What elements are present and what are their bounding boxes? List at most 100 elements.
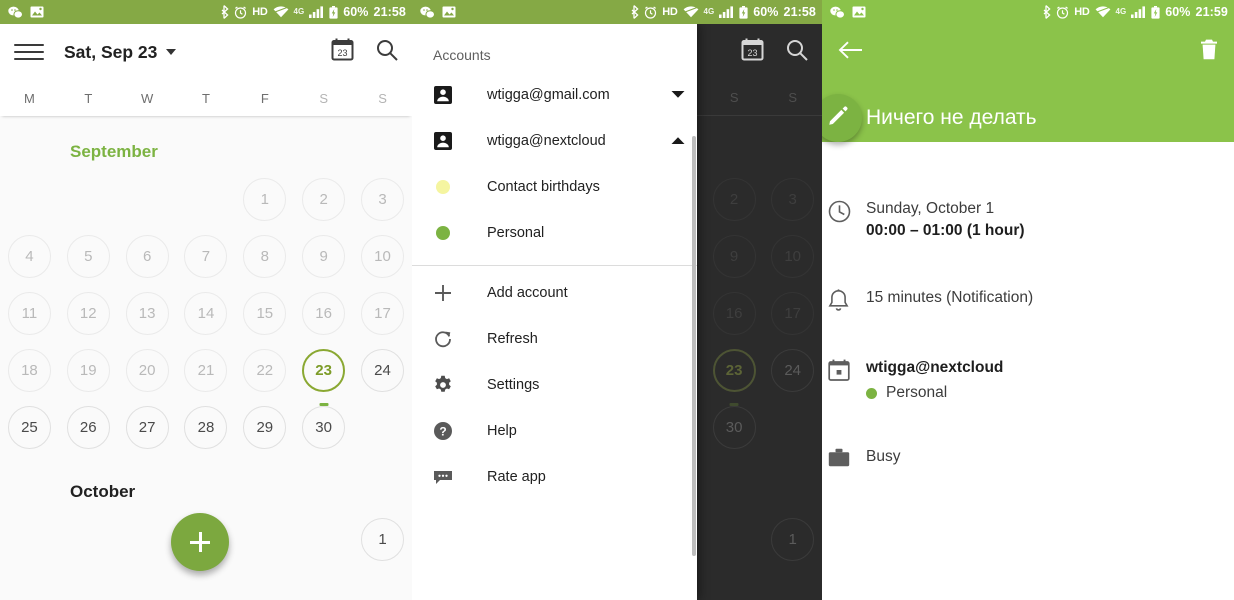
event-detail-screen: HD 4G 60% 21:59 (822, 0, 1234, 600)
alarm-icon (1056, 6, 1069, 19)
calendar-day-cell[interactable]: 29 (235, 399, 294, 456)
calendar-day-cell[interactable]: 12 (59, 285, 118, 342)
trash-icon[interactable] (1200, 39, 1218, 65)
calendar-day-cell[interactable]: 6 (118, 228, 177, 285)
calendar-day-number: 23 (302, 349, 345, 392)
calendar-day-number: 6 (126, 235, 169, 278)
clock-text: 21:58 (374, 5, 406, 19)
calendar-day-cell[interactable]: 15 (235, 285, 294, 342)
calendar-day-cell[interactable]: 9 (294, 228, 353, 285)
calendar-day-cell: 1 (763, 511, 822, 568)
calendar-day-number: 1 (243, 178, 286, 221)
calendar-day-number: 20 (126, 349, 169, 392)
hamburger-icon[interactable] (14, 37, 44, 67)
battery-percent: 60% (343, 5, 368, 19)
clock-icon (828, 198, 866, 223)
calendar-day-cell[interactable]: 11 (0, 285, 59, 342)
calendar-day-cell[interactable]: 8 (235, 228, 294, 285)
signal-icon (719, 6, 734, 18)
add-event-fab[interactable] (171, 513, 229, 571)
wechat-icon (8, 6, 23, 19)
calendar-day-cell[interactable]: 13 (118, 285, 177, 342)
calendar-day-cell[interactable]: 16 (294, 285, 353, 342)
search-icon[interactable] (376, 39, 398, 66)
calendar-day-cell[interactable]: 19 (59, 342, 118, 399)
calendar-day-cell[interactable]: 18 (0, 342, 59, 399)
calendar-day-number: 21 (184, 349, 227, 392)
page-title[interactable]: Sat, Sep 23 (64, 42, 176, 63)
calendar-today-icon[interactable]: 23 (331, 38, 354, 66)
status-bar-right: HD 4G 60% 21:58 (630, 5, 816, 19)
calendar-day-cell[interactable]: 28 (177, 399, 236, 456)
calendar-day-cell[interactable]: 14 (177, 285, 236, 342)
wechat-icon (830, 6, 845, 19)
calendar-day-cell[interactable]: 21 (177, 342, 236, 399)
calendar-day-cell[interactable]: 20 (118, 342, 177, 399)
calendar-day-cell[interactable]: 1 (353, 511, 412, 568)
chevron-down-icon[interactable] (671, 86, 685, 104)
dow-label: F (235, 91, 294, 106)
calendar-day-cell[interactable]: 17 (353, 285, 412, 342)
calendar-day-cell[interactable]: 30 (294, 399, 353, 456)
event-row-body: Sunday, October 1 00:00 – 01:00 (1 hour) (866, 198, 1025, 242)
hd-label: HD (662, 6, 677, 18)
drawer-item-settings[interactable]: Settings (412, 362, 697, 408)
calendar-day-number: 11 (8, 292, 51, 335)
calendar-day-cell[interactable]: 27 (118, 399, 177, 456)
event-time-range-text: 00:00 – 01:00 (1 hour) (866, 222, 1025, 239)
chevron-up-icon[interactable] (671, 132, 685, 150)
app-bar-actions: 23 (331, 38, 398, 66)
calendar-day-number: 26 (67, 406, 110, 449)
event-row-time[interactable]: Sunday, October 1 00:00 – 01:00 (1 hour) (822, 198, 1234, 242)
refresh-icon (433, 329, 459, 349)
calendar-day-cell[interactable]: 10 (353, 228, 412, 285)
calendar-day-cell: 30 (705, 399, 764, 456)
event-row-calendar[interactable]: wtigga@nextcloud Personal (822, 357, 1234, 404)
calendar-day-number: 16 (713, 292, 756, 335)
event-header: Ничего не делать (822, 24, 1234, 142)
calendar-cell-empty (118, 171, 177, 228)
pencil-icon (827, 105, 849, 132)
calendar-day-cell[interactable]: 1 (235, 171, 294, 228)
drawer-account-label: wtigga@gmail.com (487, 87, 610, 103)
calendar-day-cell[interactable]: 22 (235, 342, 294, 399)
battery-icon (329, 6, 338, 19)
status-bar-right: HD 4G 60% 21:58 (220, 5, 406, 19)
calendar-day-cell[interactable]: 2 (294, 171, 353, 228)
calendar-day-number: 17 (361, 292, 404, 335)
clock-text: 21:59 (1196, 5, 1228, 19)
calendar-day-cell[interactable]: 26 (59, 399, 118, 456)
drawer-calendar-personal[interactable]: Personal (412, 210, 697, 256)
drawer-scrollbar[interactable] (692, 136, 696, 556)
calendar-day-cell[interactable]: 7 (177, 228, 236, 285)
calendar-cell-empty (294, 511, 353, 568)
event-row-availability[interactable]: Busy (822, 446, 1234, 468)
drawer-account-nextcloud[interactable]: wtigga@nextcloud (412, 118, 697, 164)
calendar-day-number: 24 (771, 349, 814, 392)
calendar-day-cell[interactable]: 5 (59, 228, 118, 285)
calendar-cell-empty (0, 511, 59, 568)
bluetooth-icon (630, 5, 639, 19)
drawer-calendar-contact-birthdays[interactable]: Contact birthdays (412, 164, 697, 210)
drawer-account-gmail[interactable]: wtigga@gmail.com (412, 72, 697, 118)
status-bar-left (830, 6, 866, 19)
drawer-item-refresh[interactable]: Refresh (412, 316, 697, 362)
arrow-back-icon[interactable] (838, 40, 863, 65)
event-account-text: wtigga@nextcloud (866, 359, 1003, 376)
hd-label: HD (1074, 6, 1089, 18)
calendar-day-cell: 16 (705, 285, 764, 342)
month-label-next: October (0, 456, 412, 502)
calendar-cell-empty (59, 511, 118, 568)
month-view-screen: HD 4G 60% 21:58 Sat, Sep 23 (0, 0, 412, 600)
drawer-item-help[interactable]: ? Help (412, 408, 697, 454)
calendar-day-cell[interactable]: 23 (294, 342, 353, 399)
day-of-week-header: M T W T F S S (0, 80, 412, 116)
event-row-reminder[interactable]: 15 minutes (Notification) (822, 287, 1234, 312)
calendar-day-number: 1 (361, 518, 404, 561)
drawer-item-rate-app[interactable]: Rate app (412, 454, 697, 500)
calendar-day-cell[interactable]: 4 (0, 228, 59, 285)
calendar-day-cell[interactable]: 3 (353, 171, 412, 228)
drawer-item-add-account[interactable]: Add account (412, 270, 697, 316)
calendar-day-cell[interactable]: 24 (353, 342, 412, 399)
calendar-day-cell[interactable]: 25 (0, 399, 59, 456)
